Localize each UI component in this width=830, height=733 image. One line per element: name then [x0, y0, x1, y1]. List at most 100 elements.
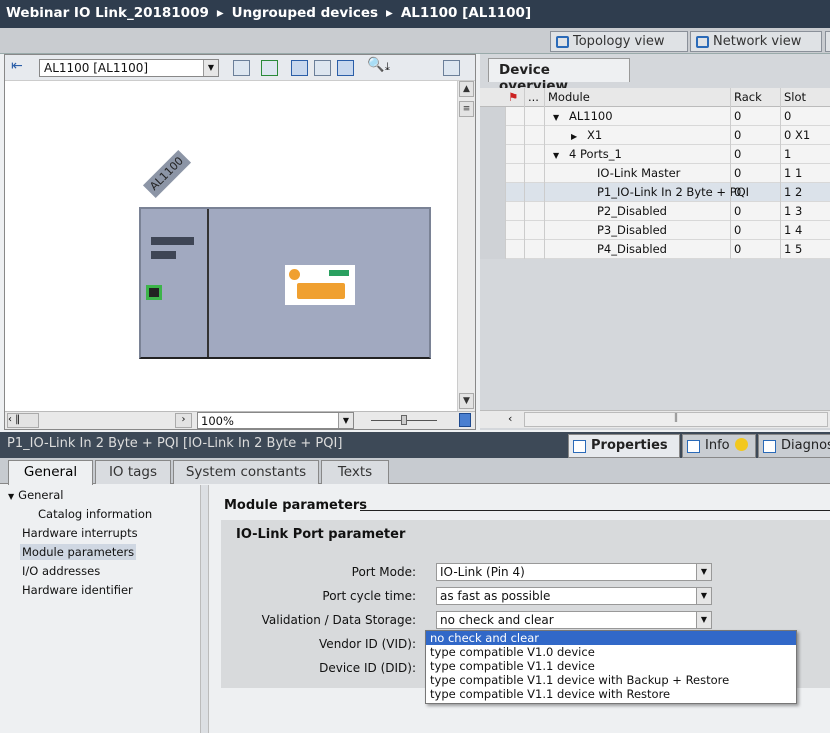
- network-view-tab[interactable]: Network view: [690, 31, 822, 52]
- properties-tab[interactable]: Properties: [568, 434, 680, 458]
- module-cell[interactable]: IO-Link Master: [544, 164, 730, 183]
- breadcrumb-device[interactable]: AL1100 [AL1100]: [401, 5, 531, 21]
- module-cell[interactable]: P4_Disabled: [544, 240, 730, 259]
- device-select-value: AL1100 [AL1100]: [44, 61, 149, 75]
- expand-icon[interactable]: ▼: [8, 492, 14, 501]
- chevron-down-icon[interactable]: ▼: [696, 612, 711, 628]
- tab-general[interactable]: General: [8, 460, 93, 485]
- device-select[interactable]: AL1100 [AL1100] ▼: [39, 59, 219, 77]
- topology-view-tab[interactable]: Topology view: [550, 31, 688, 52]
- table-row[interactable]: ▶ X1 0 0 X1: [480, 126, 830, 145]
- tree-item-io-addresses[interactable]: I/O addresses: [22, 564, 100, 578]
- expand-icon[interactable]: ▶: [571, 132, 579, 141]
- module-name: P4_Disabled: [597, 242, 667, 256]
- download-icon[interactable]: ⤓: [385, 60, 402, 76]
- horizontal-scrollbar[interactable]: ‹ ‖: [480, 410, 830, 428]
- table-row[interactable]: P1_IO-Link In 2 Byte + PQI 0 1 2: [480, 183, 830, 202]
- column-header-rack[interactable]: Rack: [730, 88, 780, 107]
- table-row[interactable]: P3_Disabled 0 1 4: [480, 221, 830, 240]
- dropdown-option[interactable]: type compatible V1.1 device: [426, 659, 796, 673]
- table-row[interactable]: IO-Link Master 0 1 1: [480, 164, 830, 183]
- port-cycle-time-select[interactable]: as fast as possible ▼: [436, 587, 712, 605]
- column-header-slot[interactable]: Slot: [780, 88, 830, 107]
- chevron-down-icon[interactable]: ▼: [338, 413, 353, 428]
- column-header-module[interactable]: Module: [544, 88, 730, 107]
- rack-cell: 0: [730, 126, 780, 145]
- tree-item-hardware-identifier[interactable]: Hardware identifier: [22, 583, 133, 597]
- module-cell[interactable]: ▼ AL1100: [544, 107, 730, 126]
- device-canvas[interactable]: AL1100: [5, 81, 457, 411]
- info-icon: [687, 440, 700, 453]
- device-rack[interactable]: [139, 207, 431, 359]
- validation-dropdown-list: no check and clear type compatible V1.0 …: [425, 630, 797, 704]
- device-overview-tab[interactable]: Device overview: [488, 58, 630, 94]
- scroll-thumb[interactable]: ‖: [524, 412, 828, 427]
- vertical-scrollbar[interactable]: ▲ ≡ ▼: [457, 81, 475, 411]
- table-row[interactable]: P2_Disabled 0 1 3: [480, 202, 830, 221]
- panel-splitter[interactable]: [200, 485, 209, 733]
- expand-icon[interactable]: ▼: [553, 151, 561, 160]
- device-view-tab[interactable]: [825, 31, 830, 52]
- slot-cell: 1 1: [780, 164, 830, 183]
- show-name-icon[interactable]: [261, 60, 278, 76]
- module-cell[interactable]: ▼ 4 Ports_1: [544, 145, 730, 164]
- dropdown-option[interactable]: type compatible V1.0 device: [426, 645, 796, 659]
- tree-item-module-parameters[interactable]: Module parameters: [20, 544, 137, 560]
- scroll-left-icon[interactable]: ‹: [508, 412, 522, 427]
- column-header-more[interactable]: ...: [524, 88, 544, 107]
- scroll-down-icon[interactable]: ▼: [459, 393, 474, 409]
- module-cell[interactable]: P3_Disabled: [544, 221, 730, 240]
- port-mode-select[interactable]: IO-Link (Pin 4) ▼: [436, 563, 712, 581]
- properties-tab-label: Properties: [591, 438, 668, 453]
- tab-io-tags[interactable]: IO tags: [95, 460, 171, 484]
- diagnostics-column-icon: ⚑: [508, 90, 519, 104]
- more-cell: [524, 202, 544, 221]
- tree-item-catalog-information[interactable]: Catalog information: [38, 507, 152, 521]
- expand-icon[interactable]: ▼: [553, 113, 561, 122]
- breadcrumb-project[interactable]: Webinar IO Link_20181009: [6, 5, 209, 21]
- rack-width-icon[interactable]: [233, 60, 250, 76]
- module-name: IO-Link Master: [597, 166, 681, 180]
- more-cell: [524, 107, 544, 126]
- scroll-up-icon[interactable]: ▲: [459, 81, 474, 97]
- breadcrumb-group[interactable]: Ungrouped devices: [232, 5, 378, 21]
- zoom-icon[interactable]: 🔍: [367, 57, 384, 73]
- module-cell[interactable]: P1_IO-Link In 2 Byte + PQI: [544, 183, 749, 202]
- zoom-select[interactable]: 100% ▼: [197, 412, 354, 429]
- module-name: P3_Disabled: [597, 223, 667, 237]
- scroll-right-icon[interactable]: ›: [175, 413, 192, 428]
- dropdown-option[interactable]: type compatible V1.1 device with Restore: [426, 687, 796, 701]
- chevron-down-icon[interactable]: ▼: [696, 564, 711, 580]
- rack-cell: 0: [730, 221, 780, 240]
- tab-system-constants[interactable]: System constants: [173, 460, 319, 484]
- module-cell[interactable]: ▶ X1: [544, 126, 730, 145]
- horizontal-scrollbar-left[interactable]: ‹ ‖: [7, 413, 39, 428]
- topology-view-label: Topology view: [573, 34, 665, 49]
- more-cell: [524, 183, 544, 202]
- table-row[interactable]: P4_Disabled 0 1 5: [480, 240, 830, 259]
- ethernet-port-icon[interactable]: [146, 285, 162, 300]
- chevron-down-icon[interactable]: ▼: [203, 60, 218, 76]
- table-row[interactable]: ▼ 4 Ports_1 0 1: [480, 145, 830, 164]
- table-row[interactable]: ▼ AL1100 0 0: [480, 107, 830, 126]
- module-image[interactable]: [285, 265, 355, 305]
- tab-texts[interactable]: Texts: [321, 460, 389, 484]
- tree-item-hardware-interrupts[interactable]: Hardware interrupts: [22, 526, 138, 540]
- diagnostics-tab[interactable]: Diagnos: [758, 434, 830, 458]
- table-view-icon[interactable]: [337, 60, 354, 76]
- tree-item-general[interactable]: ▼ General: [8, 488, 63, 502]
- zoom-slider-handle[interactable]: [401, 415, 407, 425]
- overview-navigation-icon[interactable]: [459, 413, 471, 427]
- module-cell[interactable]: P2_Disabled: [544, 202, 730, 221]
- dropdown-option[interactable]: no check and clear: [426, 631, 796, 645]
- lock-icon[interactable]: [443, 60, 460, 76]
- status-cell: [505, 240, 525, 259]
- dropdown-option[interactable]: type compatible V1.1 device with Backup …: [426, 673, 796, 687]
- info-tab[interactable]: Info: [682, 434, 756, 458]
- validation-data-storage-select[interactable]: no check and clear ▼: [436, 611, 712, 629]
- grid-icon[interactable]: [314, 60, 331, 76]
- scroll-thumb[interactable]: ≡: [459, 101, 474, 117]
- chevron-down-icon[interactable]: ▼: [696, 588, 711, 604]
- overview-toggle-icon[interactable]: [291, 60, 308, 76]
- device-navigate-icon[interactable]: ⇤: [11, 58, 28, 74]
